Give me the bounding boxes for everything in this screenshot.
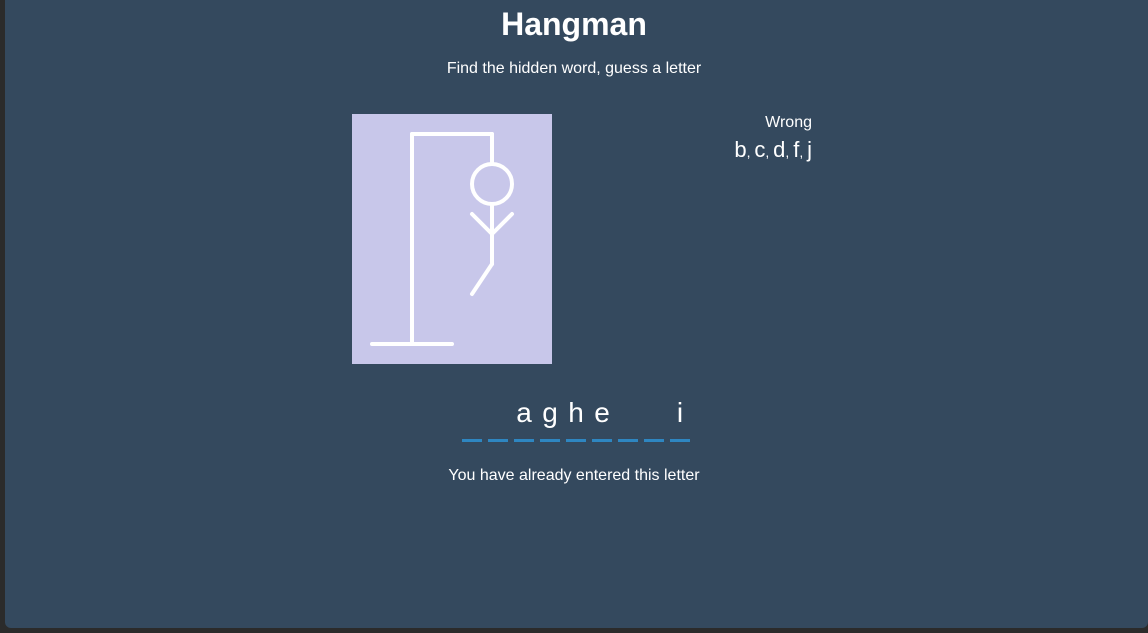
figure-right-arm: [490, 212, 514, 236]
letter-slot: [618, 396, 638, 442]
slot-underline: [462, 439, 482, 442]
letter-slot: h: [566, 396, 586, 442]
slot-letter: g: [542, 397, 558, 428]
letter-slot: [462, 396, 482, 442]
letter-slot: a: [514, 396, 534, 442]
letter-slot: i: [670, 396, 690, 442]
slot-underline: [618, 439, 638, 442]
wrong-letters-panel: Wrong b, c, d, f, j: [700, 113, 812, 165]
slot-underline: [670, 439, 690, 442]
slot-letter: a: [516, 397, 532, 428]
wrong-letter: j: [807, 137, 812, 162]
separator: ,: [799, 144, 808, 160]
slot-underline: [488, 439, 508, 442]
figure-left-leg: [470, 262, 494, 296]
wrong-letters-label: Wrong: [765, 114, 812, 131]
separator: ,: [765, 144, 774, 160]
hangman-figure: [352, 114, 552, 364]
page-title: Hangman: [501, 6, 647, 42]
slot-underline: [514, 439, 534, 442]
slot-letter: h: [568, 397, 584, 428]
wrong-letter: b: [734, 137, 747, 162]
slot-underline: [592, 439, 612, 442]
slot-letter: e: [594, 397, 610, 428]
letter-slot: [488, 396, 508, 442]
slot-underline: [566, 439, 586, 442]
hidden-word: aghe i: [462, 396, 690, 442]
figure-head: [470, 162, 514, 206]
letter-slot: [644, 396, 664, 442]
gallows-drawing: [370, 132, 514, 346]
wrong-letters-list: b, c, d, f, j: [700, 137, 812, 165]
wrong-letter: c: [754, 137, 766, 162]
figure-left-arm: [470, 212, 494, 236]
instructions-text: Find the hidden word, guess a letter: [446, 60, 702, 77]
game-container: [5, 0, 1148, 628]
notification-message: You have already entered this letter: [448, 467, 700, 484]
wrong-letter: d: [773, 137, 786, 162]
slot-underline: [644, 439, 664, 442]
letter-slot: g: [540, 396, 560, 442]
slot-underline: [540, 439, 560, 442]
letter-slot: e: [592, 396, 612, 442]
slot-letter: i: [676, 397, 684, 428]
